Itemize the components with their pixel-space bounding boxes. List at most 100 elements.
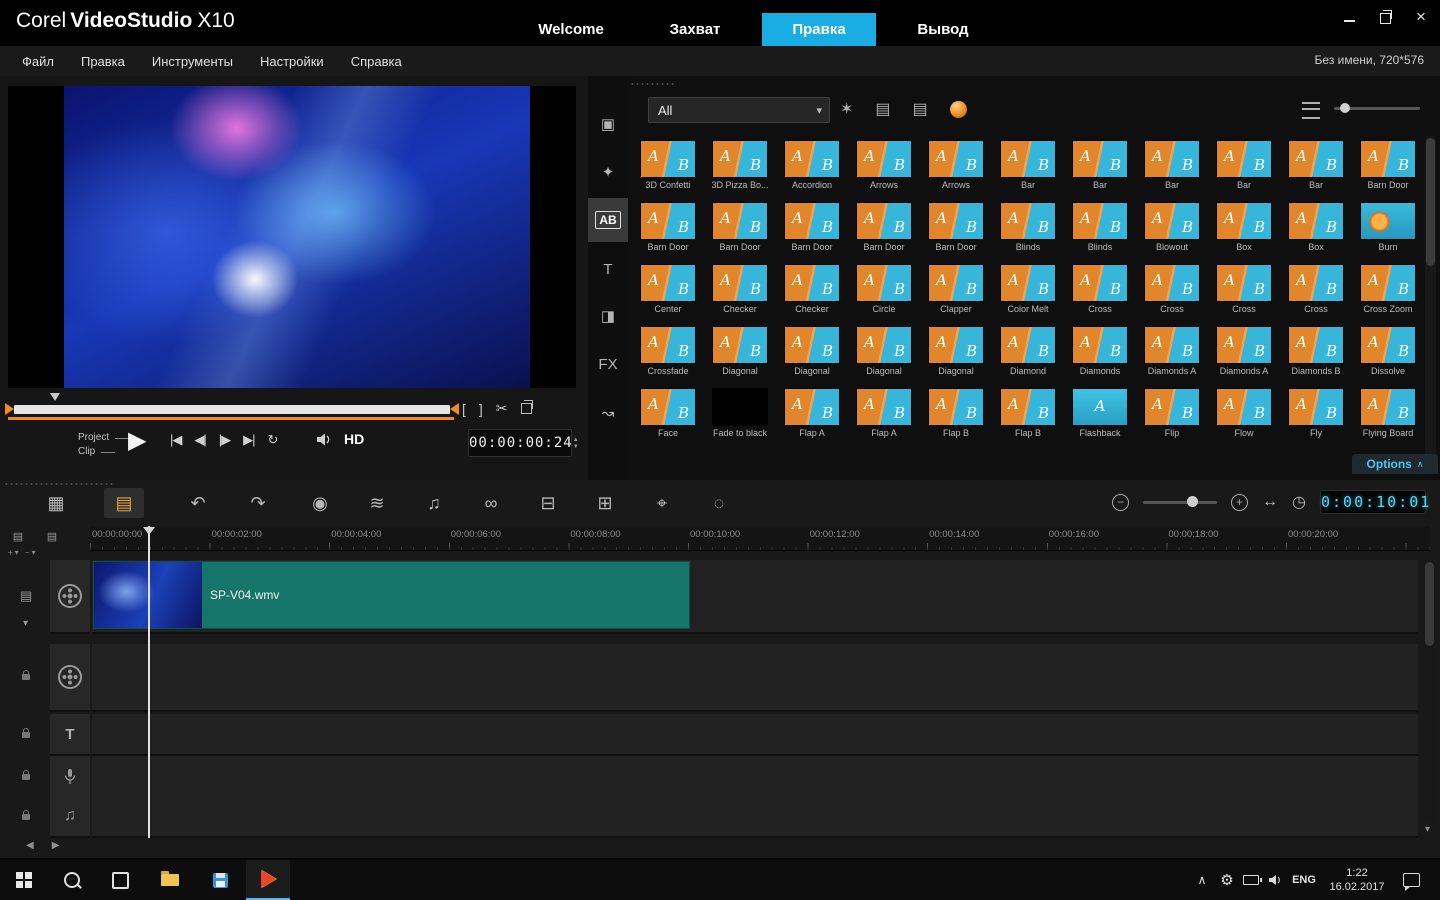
playhead-marker[interactable]: [143, 527, 155, 535]
lock-icon[interactable]: [22, 774, 30, 780]
transition-item[interactable]: ABDiamonds: [1064, 322, 1136, 384]
overlay-track[interactable]: [92, 644, 1418, 712]
language-indicator[interactable]: ENG: [1288, 860, 1320, 900]
next-frame-button[interactable]: |▶: [219, 432, 230, 448]
library-scrollbar[interactable]: [1425, 136, 1436, 458]
transition-item[interactable]: ABBox: [1280, 198, 1352, 260]
mark-in-button[interactable]: [: [462, 401, 466, 417]
task-view-button[interactable]: [98, 860, 142, 900]
music-track[interactable]: [92, 796, 1418, 838]
transition-item[interactable]: ABFlow: [1208, 384, 1280, 446]
minimize-button[interactable]: [1338, 6, 1360, 28]
sphere-icon[interactable]: [950, 101, 967, 118]
transition-item[interactable]: ABDissolve: [1352, 322, 1424, 384]
transition-item[interactable]: ABColor Melt: [992, 260, 1064, 322]
show-all-tracks-icon[interactable]: ▤: [6, 529, 30, 545]
transition-item[interactable]: ABFlap A: [848, 384, 920, 446]
transition-item[interactable]: ABDiagonal: [776, 322, 848, 384]
media-icon[interactable]: ▣: [588, 102, 628, 146]
tab-Правка[interactable]: Правка: [762, 13, 876, 46]
undo-icon[interactable]: ↶: [178, 488, 218, 518]
transition-item[interactable]: ABBlowout: [1136, 198, 1208, 260]
mask-creator-icon[interactable]: ◌: [699, 488, 739, 518]
transition-item[interactable]: ABFlap B: [920, 384, 992, 446]
track-manager-icon[interactable]: ▤: [20, 588, 32, 604]
display-mode-icon[interactable]: [1302, 102, 1320, 119]
file-explorer-button[interactable]: [148, 860, 192, 900]
transition-item[interactable]: ABBarn Door: [920, 198, 992, 260]
transition-item[interactable]: ABCross: [1280, 260, 1352, 322]
transition-item[interactable]: AFlashback: [1064, 384, 1136, 446]
project-mode-label[interactable]: Project: [78, 431, 109, 445]
transition-item[interactable]: ABCross Zoom: [1352, 260, 1424, 322]
sound-mixer-icon[interactable]: ≋: [357, 488, 397, 518]
timeline-ruler[interactable]: 00:00:00:0000:00:02:0000:00:04:0000:00:0…: [90, 526, 1430, 551]
transition-item[interactable]: ABDiagonal: [704, 322, 776, 384]
repeat-button[interactable]: ↻: [268, 432, 278, 448]
transition-item[interactable]: ABCenter: [632, 260, 704, 322]
timeline-timecode[interactable]: 0:00:10:01: [1320, 490, 1426, 514]
timeline-scroll-thumb[interactable]: [1425, 562, 1434, 646]
storyboard-view-icon[interactable]: ▦: [36, 488, 76, 518]
scrollbar-thumb[interactable]: [1426, 138, 1435, 266]
gallery-filter-dropdown[interactable]: All ▾: [648, 97, 830, 123]
transition-item[interactable]: ABBar: [1064, 136, 1136, 198]
menu-Инструменты[interactable]: Инструменты: [152, 54, 233, 69]
fit-project-icon[interactable]: ↔: [1262, 493, 1278, 511]
pinned-app-button[interactable]: [198, 860, 242, 900]
tab-Захват[interactable]: Захват: [638, 13, 752, 46]
video-track[interactable]: SP-V04.wmv: [92, 560, 1418, 634]
title-track[interactable]: [92, 714, 1418, 756]
title-icon[interactable]: T: [588, 247, 628, 291]
clip-mode-label[interactable]: Clip: [78, 445, 95, 459]
scroll-right-icon[interactable]: ▶: [52, 840, 60, 851]
trim-start-handle[interactable]: [5, 403, 14, 415]
subtitle-editor-icon[interactable]: ⊟: [528, 488, 568, 518]
slider-knob[interactable]: [1340, 103, 1350, 113]
split-screen-template-icon[interactable]: ⊞: [585, 488, 625, 518]
instant-project-icon[interactable]: ✦: [588, 150, 628, 194]
add-template-icon[interactable]: ▤: [875, 99, 890, 119]
transition-item[interactable]: ABDiamond: [992, 322, 1064, 384]
transition-item[interactable]: ABFace: [632, 384, 704, 446]
trim-bar[interactable]: [14, 405, 450, 414]
transition-item[interactable]: ABBox: [1208, 198, 1280, 260]
preview-timecode[interactable]: 00:00:00:24 ▲▼: [468, 429, 572, 457]
zoom-slider-knob[interactable]: [1187, 496, 1198, 507]
transition-item[interactable]: ABBar: [1280, 136, 1352, 198]
transition-item[interactable]: ABClapper: [920, 260, 992, 322]
restore-button[interactable]: [1374, 6, 1396, 28]
transition-item[interactable]: ABBlinds: [992, 198, 1064, 260]
timeline-zoom-slider[interactable]: [1143, 501, 1217, 504]
home-button[interactable]: |◀: [170, 432, 181, 448]
menu-Справка[interactable]: Справка: [351, 54, 402, 69]
auto-music-icon[interactable]: ♫: [414, 488, 454, 518]
playhead[interactable]: [148, 526, 150, 838]
lock-icon[interactable]: [22, 732, 30, 738]
redo-icon[interactable]: ↷: [238, 488, 278, 518]
transition-item[interactable]: ABChecker: [704, 260, 776, 322]
transition-item[interactable]: AB3D Confetti: [632, 136, 704, 198]
play-button[interactable]: ▶: [128, 426, 146, 455]
transition-item[interactable]: ABBarn Door: [704, 198, 776, 260]
title-track-header[interactable]: T: [50, 714, 90, 756]
motion-tracking-icon[interactable]: ⌖: [642, 488, 682, 518]
transition-item[interactable]: ABFlap A: [776, 384, 848, 446]
record-capture-icon[interactable]: ◉: [300, 488, 340, 518]
timecode-stepper[interactable]: ▲▼: [573, 437, 579, 450]
taskbar-search-button[interactable]: [50, 860, 94, 900]
end-button[interactable]: ▶|: [243, 432, 254, 448]
voice-track-header[interactable]: [50, 756, 90, 798]
timeline-view-icon[interactable]: ▤: [104, 488, 144, 518]
transition-item[interactable]: ABFly: [1280, 384, 1352, 446]
menu-Настройки[interactable]: Настройки: [260, 54, 324, 69]
transition-item[interactable]: ABArrows: [920, 136, 992, 198]
video-track-header[interactable]: [50, 560, 90, 634]
scrubber-track[interactable]: [8, 417, 454, 420]
transition-item[interactable]: ABFlip: [1136, 384, 1208, 446]
tab-Вывод[interactable]: Вывод: [886, 13, 1000, 46]
close-button[interactable]: ×: [1410, 6, 1432, 28]
motion-path-icon[interactable]: ↝: [588, 391, 628, 435]
transition-item[interactable]: ABBar: [1208, 136, 1280, 198]
tray-volume-button[interactable]: [1262, 860, 1288, 900]
